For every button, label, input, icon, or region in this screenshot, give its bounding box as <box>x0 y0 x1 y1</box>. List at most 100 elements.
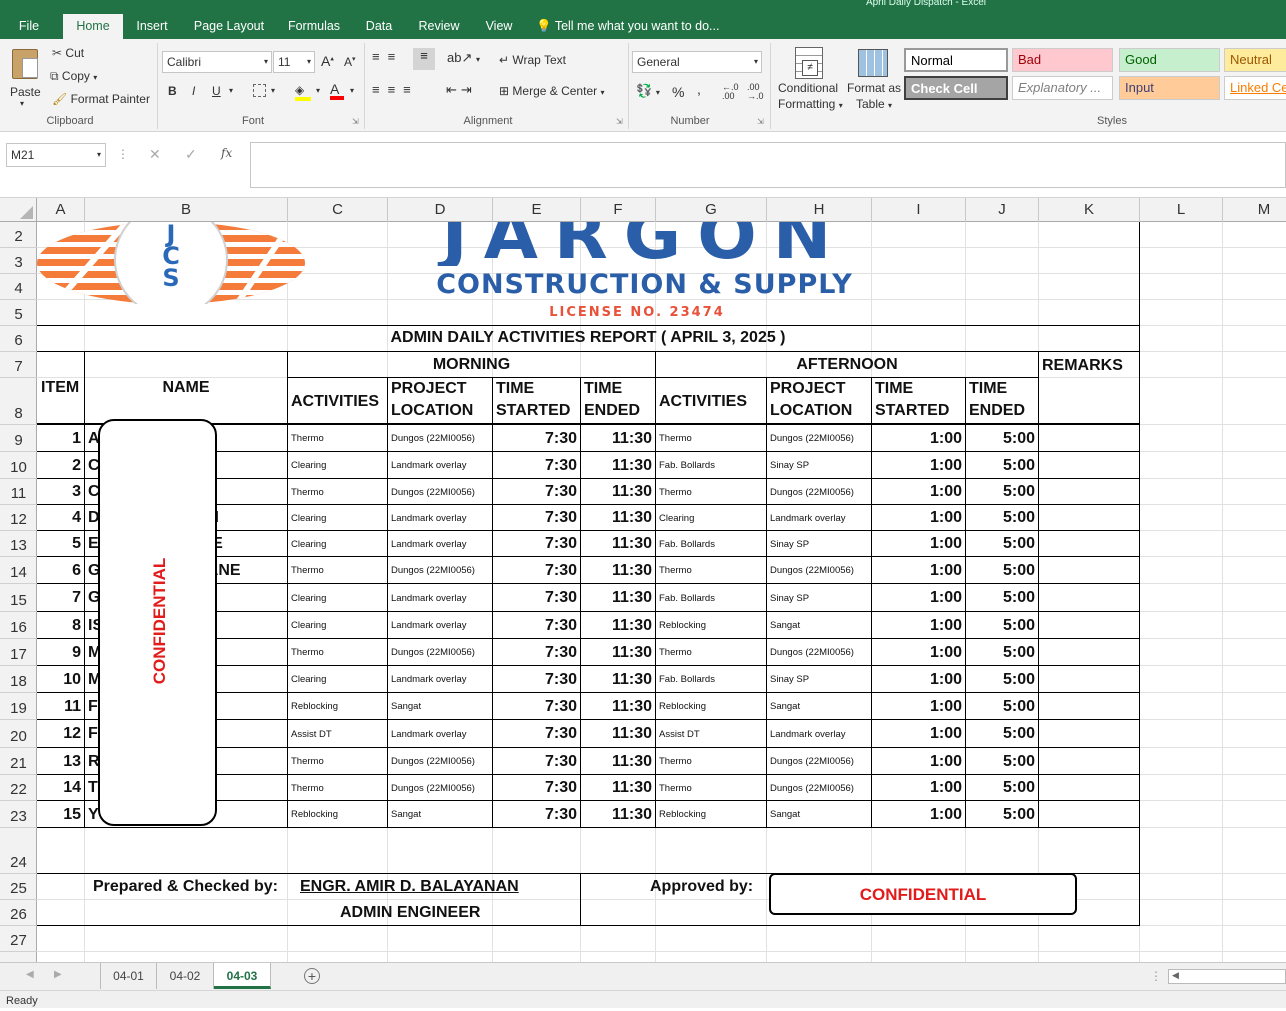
font-color-icon[interactable]: A <box>330 81 344 100</box>
row-header-12[interactable]: 12 <box>0 505 37 531</box>
add-sheet-icon[interactable]: + <box>304 968 320 984</box>
font-size-select[interactable]: 11 ▾ <box>273 51 315 73</box>
column-header-i[interactable]: I <box>872 198 966 222</box>
horizontal-align-icons[interactable]: ≡≡≡ <box>372 82 419 97</box>
currency-icon[interactable]: 💱 ▾ <box>636 83 660 99</box>
column-header-a[interactable]: A <box>37 198 85 222</box>
horizontal-scrollbar[interactable]: ◀ <box>1168 969 1286 984</box>
prev-sheet-icon[interactable]: ◀ <box>26 969 34 980</box>
row-header-10[interactable]: 10 <box>0 452 37 479</box>
name-box[interactable]: M21 ▾ <box>6 143 106 167</box>
row-header-24[interactable]: 24 <box>0 828 37 874</box>
cell-style-check-cell[interactable]: Check Cell <box>904 76 1008 100</box>
next-sheet-icon[interactable]: ▶ <box>54 969 62 980</box>
font-name-select[interactable]: Calibri ▾ <box>162 51 272 73</box>
row-header-15[interactable]: 15 <box>0 584 37 612</box>
cell-style-linked-ce[interactable]: Linked Ce <box>1224 76 1286 100</box>
shrink-font-icon[interactable]: A▾ <box>344 55 356 69</box>
increase-decimal-icon[interactable]: ←.0.00 <box>722 83 739 101</box>
row-header-9[interactable]: 9 <box>0 425 37 452</box>
tab-data[interactable]: Data <box>358 14 400 39</box>
row-header-6[interactable]: 6 <box>0 326 37 352</box>
bottom-align-icon[interactable]: ≡ <box>413 48 435 70</box>
column-header-j[interactable]: J <box>966 198 1039 222</box>
font-color-dropdown-icon[interactable]: ▾ <box>350 86 354 95</box>
row-header-11[interactable]: 11 <box>0 479 37 505</box>
row-header-2[interactable]: 2 <box>0 222 37 248</box>
row-header-20[interactable]: 20 <box>0 720 37 748</box>
row-header-27[interactable]: 27 <box>0 926 37 952</box>
column-header-l[interactable]: L <box>1140 198 1223 222</box>
column-header-h[interactable]: H <box>767 198 872 222</box>
borders-dropdown-icon[interactable]: ▾ <box>271 86 275 95</box>
italic-button[interactable]: I <box>192 84 195 98</box>
indent-icons[interactable]: ⇤⇥ <box>446 82 476 98</box>
tab-formulas[interactable]: Formulas <box>282 14 346 39</box>
underline-dropdown-icon[interactable]: ▾ <box>229 86 233 95</box>
row-header-21[interactable]: 21 <box>0 748 37 775</box>
cell-style-neutral[interactable]: Neutral <box>1224 48 1286 72</box>
cell-style-input[interactable]: Input <box>1119 76 1220 100</box>
format-painter-button[interactable]: 🖌 Format Painter <box>52 92 150 106</box>
merge-center-button[interactable]: ⊞ Merge & Center ▾ <box>499 84 604 98</box>
orientation-icon[interactable]: ab↗ ▾ <box>447 50 480 66</box>
decrease-decimal-icon[interactable]: .00 →.0 <box>747 83 764 101</box>
row-header-22[interactable]: 22 <box>0 775 37 801</box>
number-format-select[interactable]: General ▾ <box>632 51 762 73</box>
column-header-d[interactable]: D <box>388 198 493 222</box>
format-as-table-button[interactable]: Format as Table ▾ <box>846 43 902 115</box>
row-header-14[interactable]: 14 <box>0 557 37 584</box>
select-all-corner[interactable] <box>0 198 37 222</box>
cell-style-explanatory-[interactable]: Explanatory ... <box>1012 76 1113 100</box>
tab-review[interactable]: Review <box>412 14 466 39</box>
dialog-launcher-icon[interactable]: ⇲ <box>616 117 623 126</box>
conditional-formatting-button[interactable]: ≠ Conditional Formatting ▾ <box>776 43 843 115</box>
comma-button[interactable]: , <box>697 81 701 97</box>
cell-style-normal[interactable]: Normal <box>904 48 1008 72</box>
sheet-tab-04-03[interactable]: 04-03 <box>214 963 271 989</box>
row-header-5[interactable]: 5 <box>0 300 37 326</box>
fill-color-icon[interactable]: ◈ <box>295 83 311 101</box>
column-header-m[interactable]: M <box>1223 198 1286 222</box>
vertical-align-icons[interactable]: ≡≡ <box>372 49 403 64</box>
cell-style-good[interactable]: Good <box>1119 48 1220 72</box>
borders-icon[interactable] <box>253 84 266 97</box>
row-header-3[interactable]: 3 <box>0 248 37 274</box>
row-header-18[interactable]: 18 <box>0 666 37 693</box>
row-header-17[interactable]: 17 <box>0 639 37 666</box>
wrap-text-button[interactable]: ↵ Wrap Text <box>499 53 566 67</box>
sheet-tab-04-02[interactable]: 04-02 <box>157 963 214 989</box>
worksheet-grid[interactable]: J C S JARGON CONSTRUCTION & SUPPLY LICEN… <box>37 222 1286 962</box>
column-header-k[interactable]: K <box>1039 198 1140 222</box>
tab-page-layout[interactable]: Page Layout <box>188 14 270 39</box>
cancel-icon[interactable]: ✕ <box>149 146 161 163</box>
row-header-26[interactable]: 26 <box>0 900 37 926</box>
percent-button[interactable]: % <box>672 84 684 100</box>
row-header-23[interactable]: 23 <box>0 801 37 828</box>
column-header-e[interactable]: E <box>493 198 581 222</box>
fill-dropdown-icon[interactable]: ▾ <box>316 86 320 95</box>
column-header-b[interactable]: B <box>85 198 288 222</box>
formula-input[interactable] <box>250 142 1286 188</box>
tell-me-box[interactable]: 💡 Tell me what you want to do... <box>536 14 726 39</box>
row-header-16[interactable]: 16 <box>0 612 37 639</box>
tab-insert[interactable]: Insert <box>128 14 176 39</box>
bold-button[interactable]: B <box>168 84 177 98</box>
row-header-4[interactable]: 4 <box>0 274 37 300</box>
dialog-launcher-icon[interactable]: ⇲ <box>757 117 764 126</box>
tab-home[interactable]: Home <box>63 14 123 40</box>
tab-view[interactable]: View <box>478 14 520 39</box>
row-header-13[interactable]: 13 <box>0 531 37 557</box>
row-header-8[interactable]: 8 <box>0 378 37 425</box>
column-header-f[interactable]: F <box>581 198 656 222</box>
dialog-launcher-icon[interactable]: ⇲ <box>352 117 359 126</box>
grow-font-icon[interactable]: A▴ <box>321 53 334 69</box>
row-header-19[interactable]: 19 <box>0 693 37 720</box>
copy-button[interactable]: ⧉ Copy ▾ <box>50 69 97 84</box>
column-header-g[interactable]: G <box>656 198 767 222</box>
row-header-7[interactable]: 7 <box>0 352 37 378</box>
tabs-splitter-icon[interactable]: ⋮ <box>1150 969 1162 983</box>
row-header-25[interactable]: 25 <box>0 874 37 900</box>
function-icon[interactable]: fx <box>221 146 232 160</box>
scroll-left-icon[interactable]: ◀ <box>1172 970 1179 981</box>
